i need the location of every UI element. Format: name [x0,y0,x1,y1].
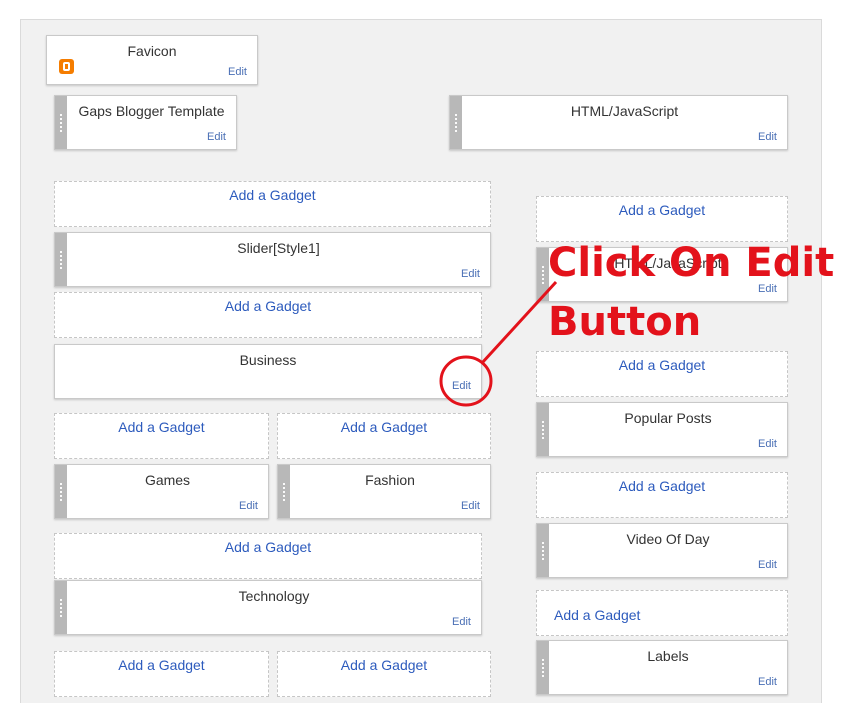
annotation-pointer-line [480,280,558,365]
highlight-circle [439,355,493,407]
annotation-text-line1: Click On Edit [548,240,835,286]
annotation-text-line2: Button [548,299,702,345]
annotation-overlay [439,280,558,407]
